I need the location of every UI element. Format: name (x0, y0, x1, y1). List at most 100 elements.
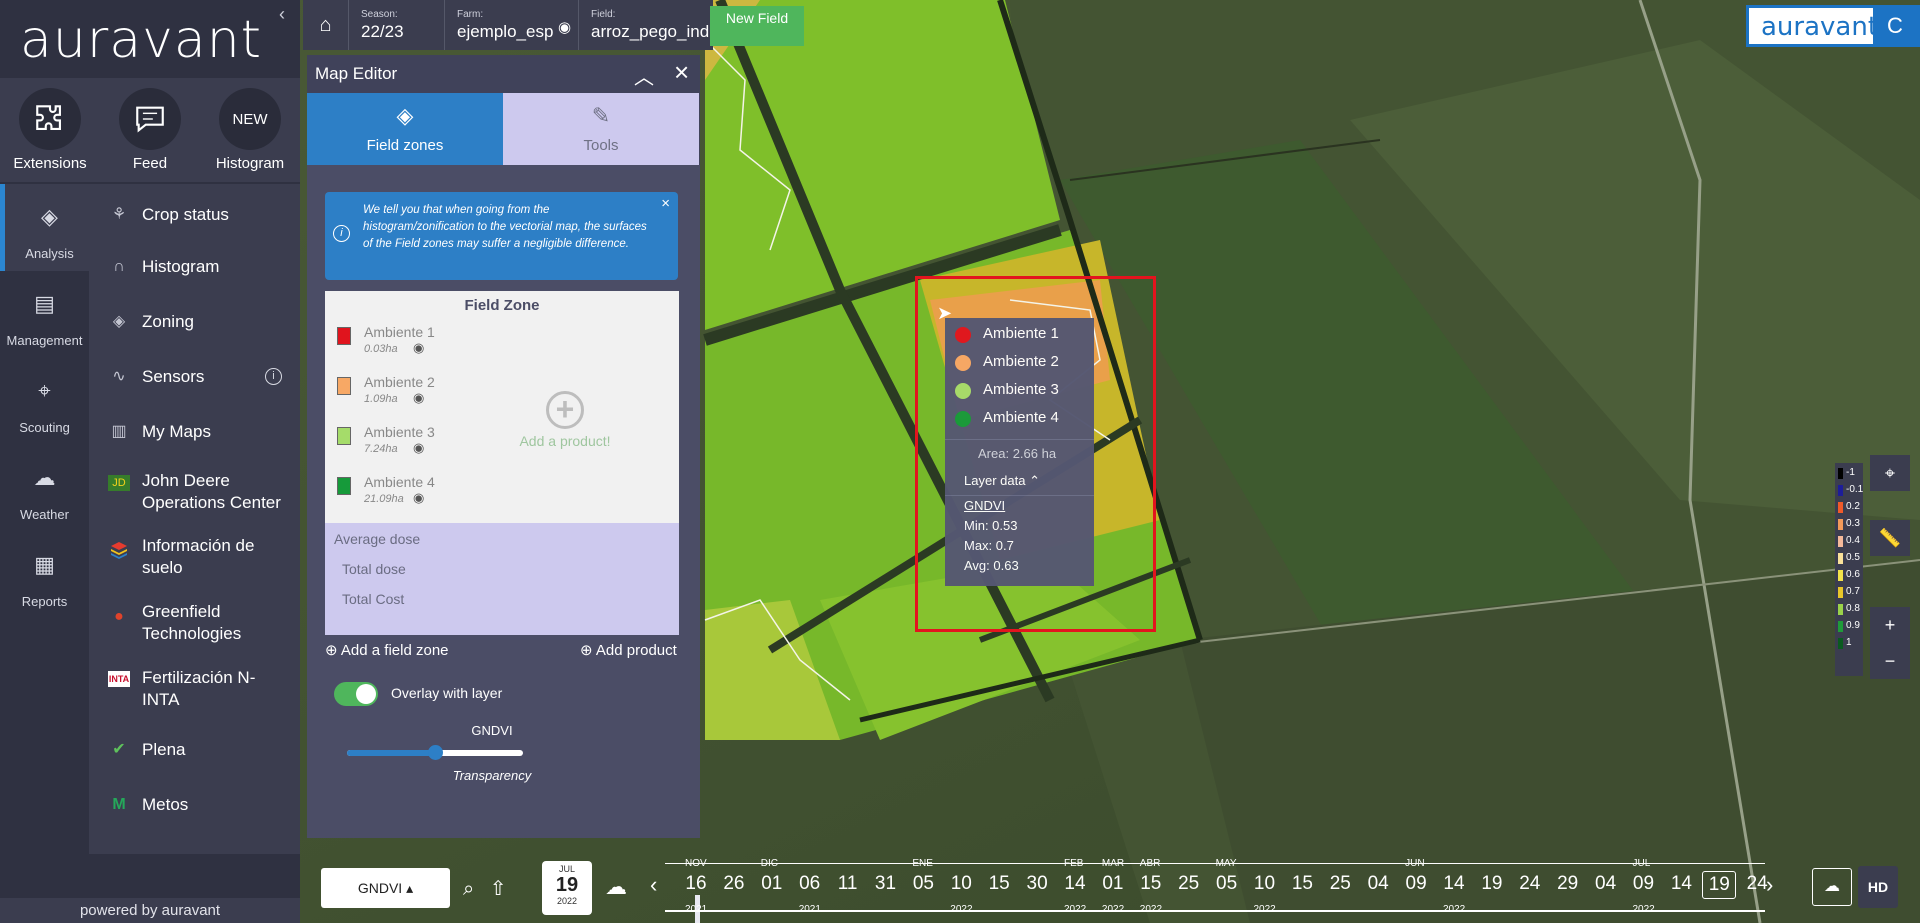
slider-thumb[interactable] (428, 745, 443, 760)
timeline-date[interactable]: 04 (1361, 873, 1395, 895)
chevron-up-icon[interactable]: ︿ (634, 61, 654, 90)
timeline-date[interactable]: 15 (1285, 873, 1319, 895)
zone-row[interactable]: Ambiente 3 7.24ha ◉ (335, 419, 445, 465)
timeline-date[interactable]: 15 (1134, 873, 1168, 895)
timeline-date[interactable]: 26 (717, 873, 751, 895)
timeline-prev-icon[interactable]: ‹ (650, 872, 657, 898)
close-notice-icon[interactable]: × (661, 195, 670, 212)
timeline-date[interactable]: 29 (1551, 873, 1585, 895)
selected-date[interactable]: JUL 19 2022 (542, 861, 592, 915)
menu-my-maps[interactable]: ▥ My Maps (89, 421, 300, 443)
info-icon[interactable]: i (265, 368, 282, 385)
add-product-center-button[interactable]: + Add a product! (475, 391, 655, 449)
zoom-in-button[interactable]: + (1870, 607, 1910, 643)
nav-scouting[interactable]: ⌖ Scouting (0, 358, 89, 445)
timeline-date[interactable]: 05 (1210, 873, 1244, 895)
eye-icon[interactable]: ◉ (413, 390, 424, 406)
transparency-slider[interactable] (347, 745, 523, 760)
eye-icon[interactable]: ◉ (558, 18, 571, 36)
menu-fertilizacion[interactable]: INTA Fertilización N-INTA (89, 667, 300, 711)
no-cloud-toggle[interactable]: ☁ (1812, 868, 1852, 906)
menu-plena[interactable]: ✔ Plena (89, 739, 300, 761)
image-timeline: ‹ › 16 26 01 06 11 31 05 10 15 30 14 01 15 25 05 10 15 25… (650, 858, 1780, 918)
timeline-date[interactable]: 06 (793, 873, 827, 895)
popup-zone-item[interactable]: Ambiente 2 (955, 352, 1090, 374)
timeline-date[interactable]: 01 (1096, 873, 1130, 895)
timeline-date[interactable]: 25 (1323, 873, 1357, 895)
add-field-zone-button[interactable]: ⊕ Add a field zone (325, 641, 449, 659)
timeline-date[interactable]: 16 (679, 873, 713, 895)
timeline-date[interactable]: 24 (1740, 873, 1774, 895)
legend-value: 0.6 (1846, 569, 1860, 580)
menu-zoning[interactable]: ◈ Zoning (89, 311, 300, 333)
timeline-date[interactable]: 01 (755, 873, 789, 895)
menu-john-deere[interactable]: JD John Deere Operations Center (89, 470, 300, 514)
measure-ruler-button[interactable]: 📏 (1870, 520, 1910, 556)
eye-icon[interactable]: ◉ (413, 490, 424, 506)
popup-zone-item[interactable]: Ambiente 4 (955, 408, 1090, 430)
menu-soil-info[interactable]: Información de suelo (89, 535, 300, 579)
timeline-date[interactable]: 14 (1058, 873, 1092, 895)
timeline-date[interactable]: 09 (1399, 873, 1433, 895)
farm-selector[interactable]: Farm: ejemplo_esp ◉ (445, 0, 579, 50)
zone-row[interactable]: Ambiente 2 1.09ha ◉ (335, 369, 445, 415)
timeline-date[interactable]: 25 (1172, 873, 1206, 895)
timeline-date[interactable]: 09 (1627, 873, 1661, 895)
popup-zone-item[interactable]: Ambiente 3 (955, 380, 1090, 402)
timeline-date[interactable]: 10 (1248, 873, 1282, 895)
menu-histogram[interactable]: ∩ Histogram (89, 256, 300, 278)
timeline-date[interactable]: 10 (944, 873, 978, 895)
layer-selector[interactable]: GNDVI ▴ (321, 868, 450, 908)
field-selector[interactable]: Field: arroz_pego_ind (579, 0, 713, 50)
map-editor-panel: Map Editor ︿ × ◈ Field zones ✎ Tools i W… (307, 55, 700, 923)
cloud-filter-icon[interactable]: ☁ (605, 874, 627, 900)
hd-button[interactable]: HD (1858, 866, 1898, 908)
layer-data-toggle[interactable]: Layer data ⌃ (964, 473, 1040, 489)
timeline-date[interactable]: 11 (831, 873, 865, 895)
nav-management[interactable]: ▤ Management (0, 271, 89, 358)
close-icon[interactable]: × (674, 57, 689, 88)
feed-button[interactable]: Feed (100, 78, 200, 182)
brand-badge[interactable]: auravant C (1746, 5, 1920, 47)
upload-icon[interactable]: ⇧ (490, 878, 507, 900)
menu-label: John Deere Operations Center (142, 471, 281, 512)
menu-sensors[interactable]: ∿ Sensors i (89, 366, 300, 388)
overlay-toggle[interactable] (334, 682, 378, 706)
new-field-button[interactable]: New Field (710, 6, 804, 46)
timeline-date[interactable]: 24 (1513, 873, 1547, 895)
menu-metos[interactable]: M Metos (89, 794, 300, 816)
timeline-date[interactable]: 19 (1475, 873, 1509, 895)
popup-zone-item[interactable]: Ambiente 1 (955, 324, 1090, 346)
home-button[interactable]: ⌂ (303, 0, 349, 50)
timeline-date[interactable]: 05 (906, 873, 940, 895)
menu-crop-status[interactable]: ⚘ Crop status (89, 204, 300, 226)
eye-icon[interactable]: ◉ (413, 440, 424, 456)
zoom-out-button[interactable]: − (1870, 643, 1910, 679)
timeline-date[interactable]: 14 (1664, 873, 1698, 895)
timeline-date[interactable]: 14 (1437, 873, 1471, 895)
histogram-tool-button[interactable]: NEW Histogram (200, 78, 300, 182)
timeline-date[interactable]: 30 (1020, 873, 1054, 895)
auravant-logo[interactable]: auravant (20, 10, 262, 70)
tab-tools[interactable]: ✎ Tools (503, 93, 699, 165)
add-product-button[interactable]: ⊕ Add product (580, 641, 677, 659)
timeline-date[interactable]: 15 (982, 873, 1016, 895)
nav-weather[interactable]: ☁ Weather (0, 445, 89, 532)
collapse-sidebar-icon[interactable]: ‹ (279, 4, 285, 25)
timeline-date[interactable]: 19 (1702, 871, 1737, 899)
timeline-date[interactable]: 31 (869, 873, 903, 895)
home-icon: ⌂ (319, 13, 332, 36)
layer-index-link[interactable]: GNDVI (964, 498, 1005, 513)
extensions-button[interactable]: Extensions (0, 78, 100, 182)
timeline-date[interactable]: 04 (1589, 873, 1623, 895)
tab-field-zones[interactable]: ◈ Field zones (307, 93, 503, 165)
menu-greenfield[interactable]: ● Greenfield Technologies (89, 601, 300, 645)
search-icon[interactable]: ⌕ (463, 878, 474, 900)
zone-row[interactable]: Ambiente 4 21.09ha ◉ (335, 469, 445, 515)
season-selector[interactable]: Season: 22/23 (349, 0, 445, 50)
zone-row[interactable]: Ambiente 1 0.03ha ◉ (335, 319, 445, 365)
nav-reports[interactable]: ▦ Reports (0, 532, 89, 619)
nav-analysis[interactable]: ◈ Analysis (0, 184, 89, 271)
location-pin-button[interactable]: ⌖ (1870, 455, 1910, 491)
eye-icon[interactable]: ◉ (413, 340, 424, 356)
